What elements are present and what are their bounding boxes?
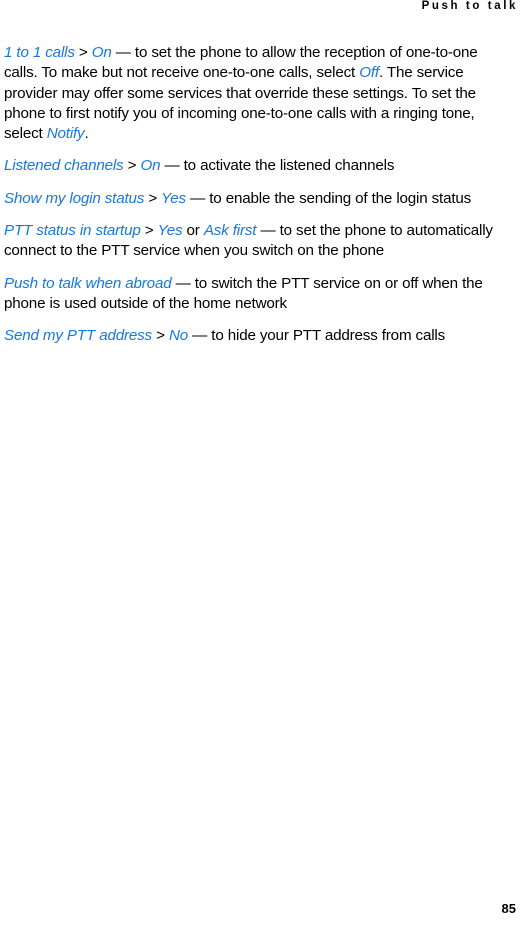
ui-term: On: [91, 44, 112, 61]
body-text: or: [182, 222, 204, 240]
ui-term: No: [168, 327, 189, 345]
paragraph-one-to-one-calls: 1 to 1 calls > On — to set the phone to …: [4, 43, 512, 144]
paragraph-push-to-talk-when-abroad: Push to talk when abroad — to switch the…: [4, 274, 512, 315]
body-text: — to hide your PTT address from calls: [188, 327, 446, 345]
running-header: Push to talk: [421, 0, 518, 12]
paragraph-list: 1 to 1 calls > On — to set the phone to …: [4, 43, 512, 347]
ui-term: Listened channels: [4, 157, 124, 175]
ui-term: On: [140, 157, 161, 175]
body-text: .: [84, 125, 89, 143]
ui-term: Off: [359, 64, 379, 82]
paragraph-send-my-ptt-address: Send my PTT address > No — to hide your …: [4, 326, 512, 346]
ui-term: Show my login status: [4, 189, 145, 207]
body-text: >: [140, 222, 158, 240]
ui-term: PTT status in startup: [4, 222, 141, 240]
ui-term: Ask first: [203, 222, 257, 240]
paragraph-ptt-status-in-startup: PTT status in startup > Yes or Ask first…: [4, 221, 512, 262]
ui-term: Notify: [46, 125, 85, 143]
page-number: 85: [501, 901, 516, 916]
body-text: >: [151, 327, 169, 345]
ui-term: Push to talk when abroad: [4, 274, 172, 292]
body-text: >: [123, 157, 141, 175]
page-body: 1 to 1 calls > On — to set the phone to …: [4, 43, 512, 347]
ui-term: Send my PTT address: [4, 327, 152, 345]
ui-term: Yes: [161, 189, 186, 207]
paragraph-show-my-login-status: Show my login status > Yes — to enable t…: [4, 189, 512, 209]
body-text: >: [74, 44, 92, 61]
paragraph-listened-channels: Listened channels > On — to activate the…: [4, 156, 512, 176]
body-text: — to enable the sending of the login sta…: [185, 189, 472, 207]
ui-term: 1 to 1 calls: [4, 44, 75, 61]
ui-term: Yes: [157, 222, 183, 240]
body-text: — to activate the listened channels: [160, 157, 395, 175]
body-text: >: [144, 189, 162, 207]
